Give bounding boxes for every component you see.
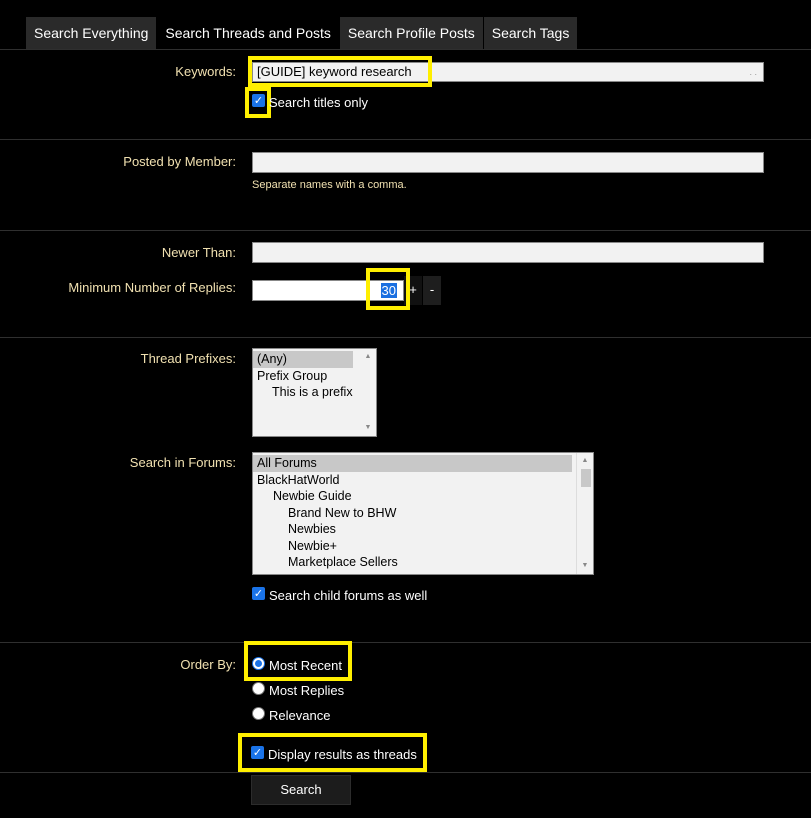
keywords-input[interactable]: [GUIDE] keyword research . . <box>252 62 764 82</box>
scroll-down-icon[interactable]: ▼ <box>360 423 376 433</box>
min-replies-label: Minimum Number of Replies: <box>68 280 236 295</box>
forum-option[interactable]: Newbie+ <box>253 538 593 555</box>
search-tabs: Search Everything Search Threads and Pos… <box>26 17 579 49</box>
titles-only-checkbox[interactable]: ✓ <box>252 94 265 107</box>
forums-listbox[interactable]: All Forums BlackHatWorld Newbie Guide Br… <box>252 452 594 575</box>
prefix-option-any[interactable]: (Any) <box>253 351 353 368</box>
child-forums-checkbox[interactable]: ✓ <box>252 587 265 600</box>
separator <box>0 337 811 338</box>
tab-search-profile-posts[interactable]: Search Profile Posts <box>339 17 484 49</box>
order-most-replies-label: Most Replies <box>269 683 345 698</box>
resize-handle-icon: . . <box>749 67 757 77</box>
forum-option[interactable]: Marketplace Sellers <box>253 554 593 571</box>
order-by-label: Order By: <box>180 657 236 672</box>
prefix-option[interactable]: This is a prefix <box>253 384 376 401</box>
decrement-button[interactable]: - <box>423 276 441 305</box>
min-replies-input[interactable]: 30 <box>252 280 404 301</box>
prefixes-listbox[interactable]: (Any) Prefix Group This is a prefix ▲ ▼ <box>252 348 377 437</box>
titles-only-label: Search titles only <box>269 95 368 110</box>
forums-label: Search in Forums: <box>129 455 236 470</box>
tab-search-threads-posts[interactable]: Search Threads and Posts <box>157 17 340 49</box>
posted-by-label: Posted by Member: <box>123 154 236 169</box>
tab-search-everything[interactable]: Search Everything <box>26 17 158 49</box>
separator <box>0 642 811 643</box>
prefix-option-group[interactable]: Prefix Group <box>253 368 376 385</box>
increment-button[interactable]: + <box>404 276 422 305</box>
separator <box>0 139 811 140</box>
tab-search-tags[interactable]: Search Tags <box>483 17 579 49</box>
forum-option[interactable]: Newbie Guide <box>253 488 593 505</box>
forum-option-all[interactable]: All Forums <box>253 455 572 472</box>
display-threads-label: Display results as threads <box>268 747 417 762</box>
newer-than-label: Newer Than: <box>161 245 236 260</box>
display-threads-checkbox[interactable]: ✓ <box>251 746 264 759</box>
newer-than-input[interactable] <box>252 242 764 263</box>
order-relevance-label: Relevance <box>269 708 331 723</box>
forums-scrollbar[interactable]: ▲ ▼ <box>576 453 593 574</box>
prefixes-label: Thread Prefixes: <box>140 351 236 366</box>
search-button[interactable]: Search <box>251 775 351 805</box>
order-relevance-radio[interactable] <box>252 707 265 720</box>
child-forums-label: Search child forums as well <box>269 588 428 603</box>
keywords-value: [GUIDE] keyword research <box>257 64 412 79</box>
scroll-thumb[interactable] <box>581 469 591 487</box>
separator <box>0 772 811 773</box>
posted-by-hint: Separate names with a comma. <box>252 179 407 191</box>
min-replies-value: 30 <box>380 283 397 298</box>
prefixes-scrollbar[interactable]: ▲ ▼ <box>360 349 376 436</box>
order-most-recent-label: Most Recent <box>269 658 342 673</box>
scroll-up-icon[interactable]: ▲ <box>360 352 376 362</box>
forum-option[interactable]: Brand New to BHW <box>253 505 593 522</box>
tab-divider <box>0 49 811 50</box>
order-most-recent-radio[interactable] <box>252 657 265 670</box>
scroll-down-icon[interactable]: ▼ <box>577 561 593 571</box>
order-most-replies-radio[interactable] <box>252 682 265 695</box>
keywords-label: Keywords: <box>175 64 236 79</box>
scroll-up-icon[interactable]: ▲ <box>577 456 593 466</box>
separator <box>0 230 811 231</box>
forum-option[interactable]: BlackHatWorld <box>253 472 593 489</box>
posted-by-input[interactable] <box>252 152 764 173</box>
forum-option[interactable]: Newbies <box>253 521 593 538</box>
